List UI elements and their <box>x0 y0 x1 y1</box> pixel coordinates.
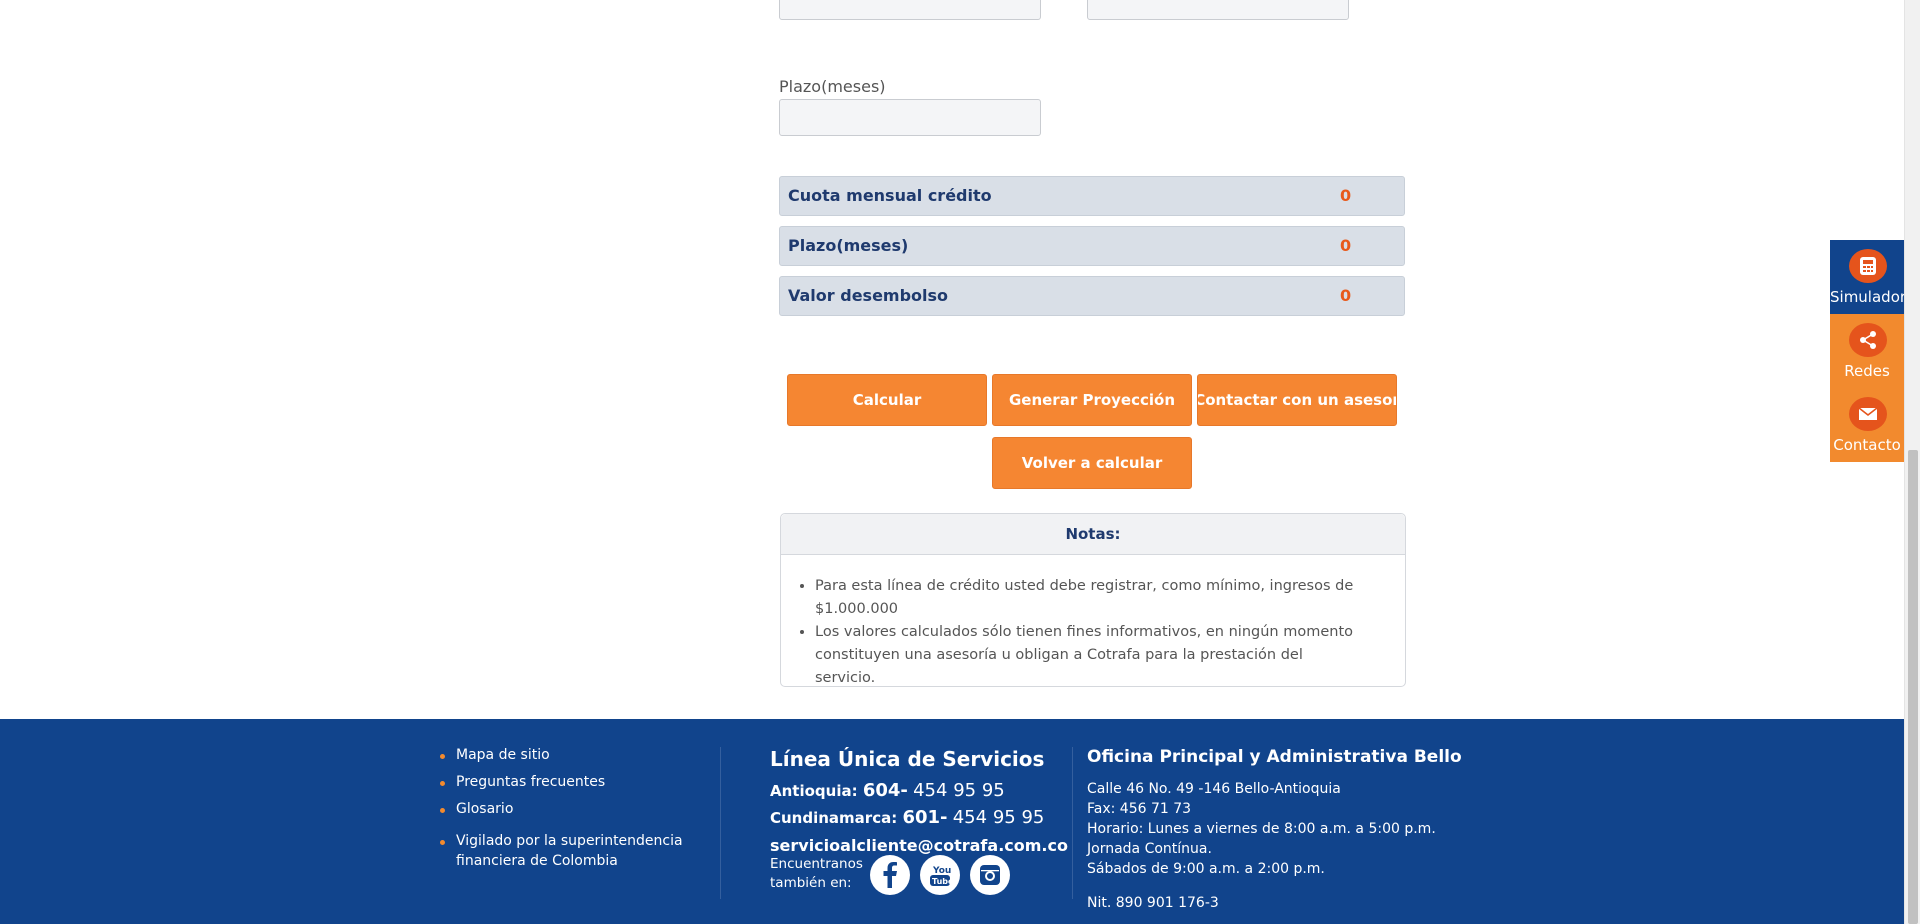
result-row-plazo: Plazo(meses) 0 <box>779 226 1405 266</box>
result-value: 0 <box>1340 236 1352 255</box>
footer-contact-column: Línea Única de Servicios Antioquia: 604-… <box>770 747 1068 855</box>
side-item-redes[interactable]: Redes <box>1830 314 1904 388</box>
result-value: 0 <box>1340 286 1352 305</box>
side-item-label: Contacto <box>1833 436 1901 454</box>
office-saturday-hours: Sábados de 9:00 a.m. a 2:00 p.m. <box>1087 861 1325 877</box>
footer: Mapa de sitio Preguntas frecuentes Glosa… <box>0 719 1904 924</box>
office-nit: Nit. 890 901 176-3 <box>1087 895 1219 911</box>
mail-icon <box>1849 397 1887 431</box>
footer-divider <box>1072 747 1073 899</box>
result-value: 0 <box>1340 186 1352 205</box>
facebook-icon[interactable] <box>870 855 910 895</box>
side-item-simulador[interactable]: Simulador <box>1830 240 1907 314</box>
office-title: Oficina Principal y Administrativa Bello <box>1087 747 1462 767</box>
cundinamarca-phone: Cundinamarca: 601- 454 95 95 <box>770 807 1045 828</box>
svg-text:Tube: Tube <box>932 877 952 886</box>
footer-office-column: Oficina Principal y Administrativa Bello… <box>1087 747 1462 913</box>
contactar-asesor-button[interactable]: Contactar con un asesor <box>1197 374 1397 426</box>
side-item-label: Redes <box>1844 362 1890 380</box>
rate-input-partial[interactable] <box>1087 0 1349 20</box>
result-row-cuota: Cuota mensual crédito 0 <box>779 176 1405 216</box>
result-row-desembolso: Valor desembolso 0 <box>779 276 1405 316</box>
line-title: Línea Única de Servicios <box>770 747 1045 771</box>
page-scrollbar[interactable] <box>1904 0 1920 924</box>
youtube-icon[interactable]: You Tube <box>920 855 960 895</box>
result-label: Cuota mensual crédito <box>788 186 992 205</box>
generar-proyeccion-button[interactable]: Generar Proyección <box>992 374 1192 426</box>
calcular-button[interactable]: Calcular <box>787 374 987 426</box>
side-item-label: Simulador <box>1830 288 1907 306</box>
svg-text:You: You <box>932 866 951 876</box>
notes-panel: Notas: Para esta línea de crédito usted … <box>780 513 1406 687</box>
share-icon <box>1849 323 1887 357</box>
social-caption: Encuentranos también en: <box>770 856 863 891</box>
office-fax: Fax: 456 71 73 <box>1087 801 1192 817</box>
scroll-thumb[interactable] <box>1908 450 1918 924</box>
calculator-icon <box>1849 249 1887 283</box>
office-hours: Horario: Lunes a viernes de 8:00 a.m. a … <box>1087 821 1436 837</box>
footer-divider <box>720 747 721 899</box>
antioquia-phone: Antioquia: 604- 454 95 95 <box>770 780 1005 801</box>
result-label: Plazo(meses) <box>788 236 909 255</box>
side-item-contacto[interactable]: Contacto <box>1830 388 1904 462</box>
instagram-icon[interactable] <box>970 855 1010 895</box>
plazo-input[interactable] <box>779 99 1041 136</box>
volver-calcular-button[interactable]: Volver a calcular <box>992 437 1192 489</box>
plazo-label: Plazo(meses) <box>779 77 886 96</box>
amount-input-partial[interactable] <box>779 0 1041 20</box>
office-address: Calle 46 No. 49 -146 Bello-Antioquia <box>1087 781 1341 797</box>
result-label: Valor desembolso <box>788 286 949 305</box>
note-item: Para esta línea de crédito usted debe re… <box>815 575 1405 621</box>
office-hours-note: Jornada Contínua. <box>1087 841 1212 857</box>
notes-list: Para esta línea de crédito usted debe re… <box>781 575 1405 690</box>
footer-email[interactable]: servicioalcliente@cotrafa.com.co <box>770 836 1068 855</box>
note-item: Los valores calculados sólo tienen fines… <box>815 621 1405 690</box>
notes-title: Notas: <box>781 514 1405 555</box>
floating-side-panel: Simulador Redes Contacto <box>1830 240 1907 462</box>
